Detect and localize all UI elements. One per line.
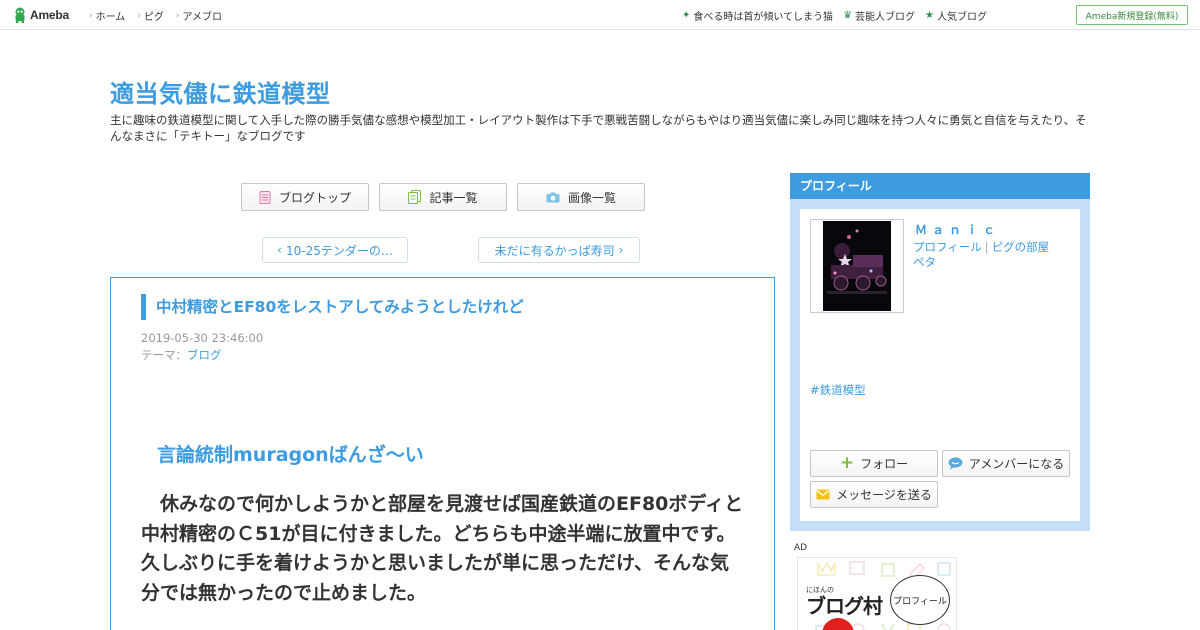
article-card: 中村精密とEF80をレストアしてみようとしたけれど 2019-05-30 23:… — [110, 277, 775, 630]
image-list-label: 画像一覧 — [567, 190, 616, 205]
blog-title[interactable]: 適当気儘に鉄道模型 — [110, 74, 331, 109]
chevron-left-icon: ‹ — [277, 243, 282, 257]
ameba-logo-text: Ameba — [30, 8, 70, 22]
ad-profile-bubble: プロフィール — [890, 575, 950, 625]
image-list-button[interactable]: 画像一覧 — [517, 183, 645, 211]
amember-button[interactable]: アメンバーになる — [942, 450, 1070, 477]
amember-label: アメンバーになる — [968, 457, 1065, 471]
nav-pigg-link[interactable]: › ピグ — [137, 8, 164, 24]
blog-top-label: ブログトップ — [278, 190, 351, 205]
send-message-label: メッセージを送る — [836, 488, 932, 502]
article-list-label: 記事一覧 — [429, 190, 478, 205]
top-bar: Ameba › ホーム › ピグ › アメブロ ✦ 食べる時は首が傾いてしまう猫 ♛ 芸能… — [0, 0, 1200, 30]
theme-link[interactable]: ブログ — [187, 348, 222, 362]
nav-home-link[interactable]: › ホーム — [89, 8, 126, 24]
profile-body: Ｍａｎｉｃ プロフィール | ピグの部屋 ペタ #鉄道模型 + フォロー アメンバー… — [800, 209, 1080, 521]
chat-bubble-icon — [948, 457, 963, 470]
divider: | — [984, 240, 989, 254]
popular-blog-label: 人気ブログ — [937, 12, 987, 23]
nav-ameblo-link[interactable]: › アメブロ — [175, 8, 223, 24]
profile-links: プロフィール | ピグの部屋 ペタ — [913, 240, 1049, 270]
blog-top-button[interactable]: ブログトップ — [241, 183, 369, 211]
copy-icon — [408, 190, 422, 204]
chevron-right-icon: › — [137, 10, 141, 21]
next-article-link[interactable]: 未だに有るかっぱ寿司 › — [478, 237, 640, 263]
chevron-right-icon: › — [89, 10, 93, 21]
ad-label: AD — [794, 543, 808, 553]
article-theme: テーマ：ブログ — [141, 347, 222, 363]
plus-icon: + — [839, 453, 855, 473]
nav-ameblo-label: アメブロ — [182, 12, 223, 23]
blog-description: 主に趣味の鉄道模型に関して入手した際の勝手気儘な感想や模型加工・レイアウト製作は… — [110, 113, 1087, 143]
article-title[interactable]: 中村精密とEF80をレストアしてみようとしたけれど — [141, 294, 524, 320]
hashtag-link[interactable]: #鉄道模型 — [810, 382, 866, 398]
crown-icon: ♛ — [843, 10, 853, 21]
prev-article-label: 10-25テンダーの… — [285, 243, 393, 258]
ad-banner[interactable]: にほんの ブログ村 プロフィール — [797, 557, 957, 630]
avatar-image — [823, 221, 891, 311]
featured-cat-link[interactable]: ✦ 食べる時は首が傾いてしまう猫 — [682, 8, 833, 23]
article-date: 2019-05-30 23:46:00 — [141, 331, 264, 345]
celebrity-blog-label: 芸能人ブログ — [855, 12, 916, 23]
nav-pigg-label: ピグ — [143, 12, 164, 23]
global-nav: › ホーム › ピグ › アメブロ — [89, 8, 223, 24]
ameba-logo-icon — [15, 7, 25, 23]
pigg-room-link[interactable]: ピグの部屋 — [992, 240, 1050, 254]
profile-name[interactable]: Ｍａｎｉｃ — [915, 221, 1000, 238]
nav-home-label: ホーム — [95, 12, 126, 23]
document-icon — [259, 190, 271, 204]
blog-nav-buttons: ブログトップ 記事一覧 画像一覧 — [241, 183, 645, 211]
profile-link[interactable]: プロフィール — [913, 240, 982, 254]
featured-nav: ✦ 食べる時は首が傾いてしまう猫 ♛ 芸能人ブログ ★ 人気ブログ — [682, 8, 987, 23]
avatar[interactable] — [810, 219, 904, 313]
chevron-right-icon: › — [175, 10, 180, 21]
register-button[interactable]: Ameba新規登録(無料) — [1076, 5, 1188, 25]
follow-label: フォロー — [860, 457, 909, 471]
send-message-button[interactable]: メッセージを送る — [810, 481, 938, 508]
peta-link[interactable]: ペタ — [913, 255, 936, 269]
camera-icon — [546, 192, 560, 202]
article-heading: 言論統制muragonばんざ～い — [157, 444, 424, 466]
sparkle-icon: ✦ — [681, 10, 691, 21]
article-list-button[interactable]: 記事一覧 — [379, 183, 507, 211]
ad-brand-logo: ブログ村 — [806, 594, 883, 618]
locomotive-photo — [823, 221, 891, 311]
profile-header: プロフィール — [790, 173, 1090, 199]
article-body: 休みなので何かしようかと部屋を見渡せば国産鉄道のEF80ボディと中村精密のＣ51… — [141, 493, 744, 604]
theme-label: テーマ： — [141, 348, 187, 362]
celebrity-blog-link[interactable]: ♛ 芸能人ブログ — [843, 8, 915, 23]
ameba-logo[interactable]: Ameba — [13, 6, 69, 24]
popular-blog-link[interactable]: ★ 人気ブログ — [925, 8, 987, 23]
star-icon: ★ — [925, 10, 934, 21]
prev-article-link[interactable]: ‹ 10-25テンダーの… — [262, 237, 408, 263]
chevron-right-icon: › — [618, 243, 624, 257]
next-article-label: 未だに有るかっぱ寿司 — [494, 243, 615, 258]
envelope-icon — [816, 489, 830, 500]
featured-cat-label: 食べる時は首が傾いてしまう猫 — [693, 12, 834, 23]
profile-widget: プロフィール Ｍａｎｉｃ プロフィール | ピグの部屋 ペタ #鉄道模型 + フ… — [790, 173, 1090, 531]
follow-button[interactable]: + フォロー — [810, 450, 938, 477]
